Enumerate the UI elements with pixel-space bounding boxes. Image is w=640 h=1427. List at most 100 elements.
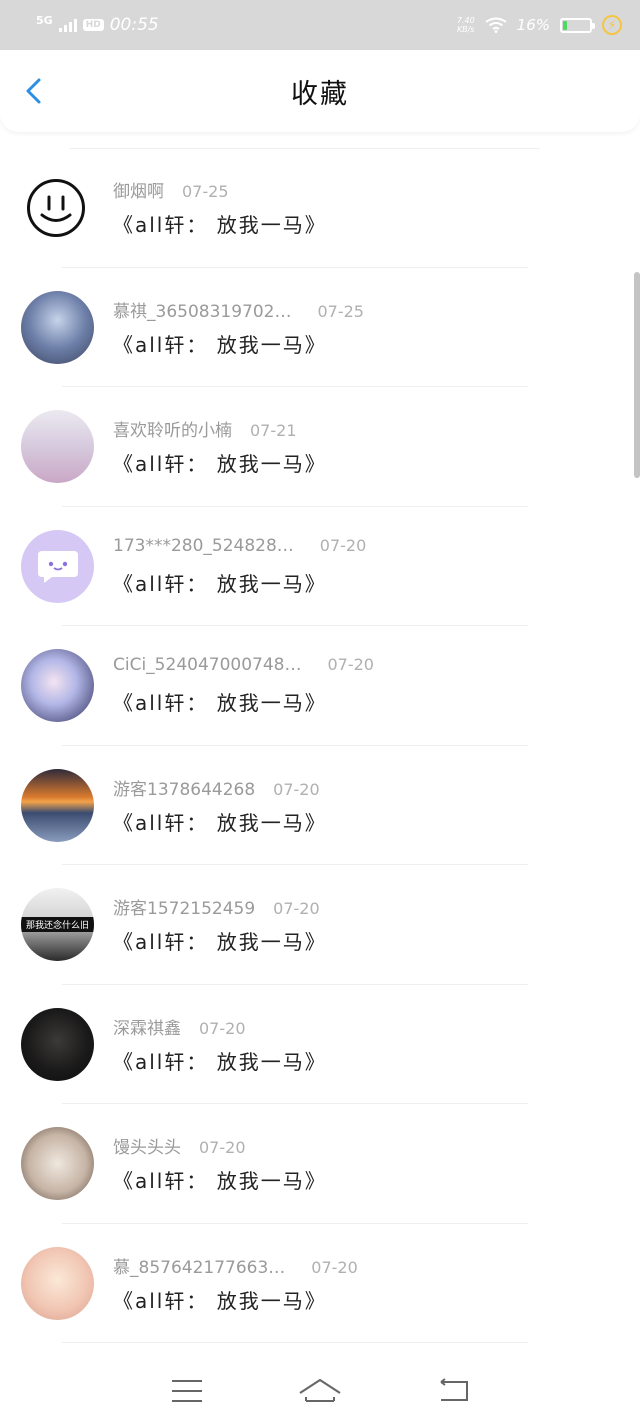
home-button[interactable] [298,1375,342,1407]
item-meta: 慕_857642177663… 07-20 [113,1253,358,1278]
network-type: 5G [36,13,53,27]
signal-icon [58,18,77,32]
item-text: 游客1378644268 07-20 《all轩： 放我一马》 [113,775,327,836]
date: 07-25 [182,182,229,202]
item-text: 深霖祺鑫 07-20 《all轩： 放我一马》 [113,1014,327,1075]
item-text: 慕_857642177663… 07-20 《all轩： 放我一马》 [113,1253,358,1314]
list-item[interactable]: 深霖祺鑫 07-20 《all轩： 放我一马》 [0,985,640,1104]
work-title[interactable]: 《all轩： 放我一马》 [113,448,327,477]
avatar[interactable] [21,768,94,842]
user-name[interactable]: 慕祺_36508319702… [113,297,291,322]
user-name[interactable]: 游客1572152459 [113,894,255,919]
charging-icon: ⚡ [602,15,622,35]
list-item[interactable]: 馒头头头 07-20 《all轩： 放我一马》 [0,1104,640,1224]
status-right: 7.40 KB/s 16% ⚡ [457,15,622,35]
user-name[interactable]: 深霖祺鑫 [113,1014,181,1039]
work-title[interactable]: 《all轩： 放我一马》 [113,1046,327,1075]
avatar[interactable] [21,410,94,484]
item-text: 喜欢聆听的小楠 07-21 《all轩： 放我一马》 [113,416,327,477]
date: 07-20 [319,535,367,555]
list-item[interactable]: 游客1378644268 07-20 《all轩： 放我一马》 [0,746,640,865]
date: 07-20 [273,779,320,799]
list-item[interactable]: CiCi_524047000748… 07-20 《all轩： 放我一马》 [0,626,640,746]
work-title[interactable]: 《all轩： 放我一马》 [113,1285,358,1314]
status-bar: 5G HD 00:55 7.40 KB/s 16% ⚡ [0,0,640,50]
work-title[interactable]: 《all轩： 放我一马》 [113,568,366,597]
hd-badge: HD [82,19,104,31]
list-item[interactable]: 那我还念什么旧 游客1572152459 07-20 《all轩： 放我一马》 [0,865,640,985]
item-text: 173***280_524828… 07-20 《all轩： 放我一马》 [113,536,366,597]
item-meta: 173***280_524828… 07-20 [113,536,366,560]
page-title: 收藏 [291,78,349,110]
menu-button[interactable] [165,1375,209,1407]
avatar-caption: 那我还念什么旧 [21,917,94,933]
user-name[interactable]: 馒头头头 [113,1133,181,1158]
item-meta: 馒头头头 07-20 [113,1133,327,1158]
work-title[interactable]: 《all轩： 放我一马》 [113,807,327,836]
work-title[interactable]: 《all轩： 放我一马》 [113,687,374,716]
favorites-list: 御烟啊 07-25 《all轩： 放我一马》 慕祺_36508319702… 0… [0,148,640,1343]
item-meta: 御烟啊 07-25 [113,177,327,202]
work-title[interactable]: 《all轩： 放我一马》 [113,1165,327,1194]
avatar[interactable] [21,529,94,603]
avatar[interactable] [21,1007,94,1081]
date: 07-25 [317,301,364,321]
list-item[interactable]: 慕祺_36508319702… 07-25 《all轩： 放我一马》 [0,268,640,387]
list-item[interactable]: 喜欢聆听的小楠 07-21 《all轩： 放我一马》 [0,387,640,507]
speed-unit: KB/s [456,25,475,34]
item-text: 慕祺_36508319702… 07-25 《all轩： 放我一马》 [113,297,364,358]
smiley-icon [40,195,72,222]
item-meta: CiCi_524047000748… 07-20 [113,655,374,679]
work-title[interactable]: 《all轩： 放我一马》 [113,329,364,358]
chat-bubble-icon [37,551,78,584]
user-name[interactable]: CiCi_524047000748… [113,655,301,675]
date: 07-20 [327,655,374,675]
date: 07-20 [199,1138,246,1158]
list-item[interactable]: 173***280_524828… 07-20 《all轩： 放我一马》 [0,507,640,626]
divider [62,1342,528,1343]
wifi-icon [485,17,507,33]
status-left: 5G HD 00:55 [36,13,159,36]
item-meta: 喜欢聆听的小楠 07-21 [113,416,327,441]
work-title[interactable]: 《all轩： 放我一马》 [113,209,327,238]
work-title[interactable]: 《all轩： 放我一马》 [113,926,327,955]
item-meta: 游客1378644268 07-20 [113,775,327,800]
back-icon [440,1378,469,1401]
user-name[interactable]: 喜欢聆听的小楠 [113,416,232,441]
item-meta: 游客1572152459 07-20 [113,894,327,919]
avatar[interactable]: 那我还念什么旧 [21,888,94,962]
user-name[interactable]: 173***280_524828… [113,536,294,556]
item-text: 馒头头头 07-20 《all轩： 放我一马》 [113,1133,327,1194]
network-speed: 7.40 KB/s [457,16,475,34]
menu-icon [171,1380,202,1402]
item-text: 御烟啊 07-25 《all轩： 放我一马》 [113,177,327,238]
speed-value: 7.40 [456,16,475,25]
avatar[interactable] [21,290,94,364]
battery-percent: 16% [516,16,550,34]
item-meta: 慕祺_36508319702… 07-25 [113,297,364,322]
user-name[interactable]: 游客1378644268 [113,775,255,800]
item-text: 游客1572152459 07-20 《all轩： 放我一马》 [113,894,327,955]
date: 07-21 [250,421,297,441]
list-item[interactable]: 慕_857642177663… 07-20 《all轩： 放我一马》 [0,1224,640,1343]
date: 07-20 [199,1018,246,1038]
user-name[interactable]: 慕_857642177663… [113,1253,285,1278]
scrollbar[interactable] [634,272,640,478]
avatar[interactable] [27,178,85,237]
battery-icon [560,17,595,33]
date: 07-20 [311,1257,358,1277]
item-meta: 深霖祺鑫 07-20 [113,1014,327,1039]
back-nav-button[interactable] [431,1375,475,1407]
avatar[interactable] [21,1246,94,1320]
back-button[interactable] [20,76,50,106]
battery-fill [563,20,568,30]
header: 收藏 [0,50,640,132]
clock: 00:55 [109,15,159,35]
user-name[interactable]: 御烟啊 [113,177,164,202]
avatar[interactable] [21,1127,94,1201]
avatar[interactable] [21,649,94,723]
home-icon [299,1379,341,1402]
list-item[interactable]: 御烟啊 07-25 《all轩： 放我一马》 [0,148,640,268]
date: 07-20 [273,899,320,919]
item-text: CiCi_524047000748… 07-20 《all轩： 放我一马》 [113,655,374,716]
